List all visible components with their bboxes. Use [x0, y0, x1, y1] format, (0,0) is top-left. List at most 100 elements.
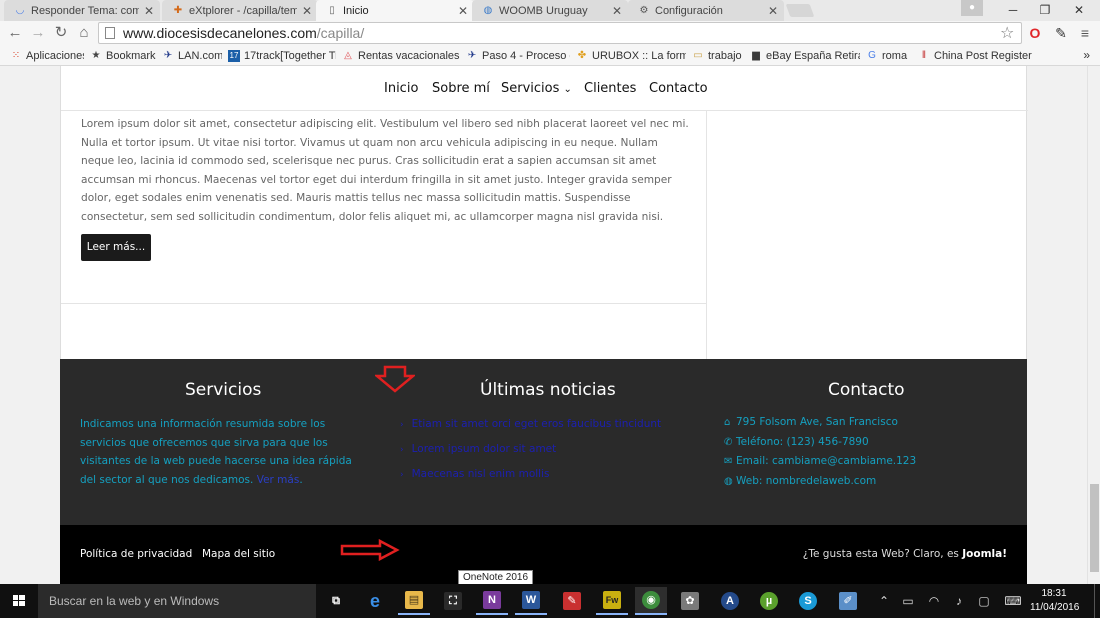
read-more-button[interactable]: Leer más... — [81, 234, 151, 261]
plane-icon: ✈ — [467, 49, 477, 61]
profile-icon[interactable]: ● — [961, 0, 983, 16]
restore-button[interactable]: ❐ — [1028, 0, 1062, 21]
window-close-button[interactable]: ✕ — [1062, 0, 1096, 21]
bookmark-aplicaciones[interactable]: ⁙ Aplicaciones — [4, 50, 84, 62]
ebay-icon: ▆ — [752, 49, 760, 61]
news-item[interactable]: › Etiam sit amet orci eget eros faucibus … — [400, 418, 670, 443]
contact-web[interactable]: ◍ Web: nombredelaweb.com — [724, 475, 1004, 495]
bookmark-bookmarks[interactable]: ★ Bookmarks — [84, 50, 156, 62]
tab-inicio[interactable]: ▯ Inicio ✕ — [316, 0, 474, 21]
skype-icon[interactable]: S — [792, 587, 824, 615]
url-path: /capilla/ — [316, 25, 365, 41]
fireworks-icon[interactable]: Fw — [596, 587, 628, 615]
word-icon[interactable]: W — [515, 587, 547, 615]
menu-icon[interactable]: ≡ — [1076, 23, 1094, 43]
new-tab-button[interactable] — [785, 4, 815, 17]
menu-item-inicio[interactable]: Inicio — [384, 81, 418, 96]
joomla-link[interactable]: Joomla! — [962, 548, 1007, 560]
bookmark-star-icon[interactable]: ☆ — [1000, 23, 1014, 43]
bookmark-17track[interactable]: 1717track[Together Trac — [222, 49, 336, 62]
page-scrollbar[interactable] — [1087, 66, 1100, 584]
bookmark-chinapost[interactable]: ‖ China Post Register A — [912, 50, 1032, 62]
close-icon[interactable]: ✕ — [612, 4, 622, 18]
contact-heading: Contacto — [828, 380, 905, 400]
bookmark-urubox[interactable]: ✤URUBOX :: La forma m — [570, 50, 686, 62]
tab-extplorer[interactable]: ✚ eXtplorer - /capilla/templ ✕ — [162, 0, 318, 21]
battery-icon[interactable]: ▭ — [898, 584, 918, 618]
bookmark-lan[interactable]: ✈ LAN.com — [156, 50, 222, 62]
globe-icon: ◍ — [483, 4, 493, 16]
chrome-icon[interactable]: ◉ — [635, 587, 667, 615]
start-button[interactable] — [0, 584, 38, 618]
wifi-icon[interactable]: ◠ — [924, 584, 944, 618]
show-desktop-button[interactable] — [1094, 584, 1100, 618]
store-icon[interactable]: ⛶ — [437, 587, 469, 615]
privacy-link[interactable]: Política de privacidad — [80, 548, 192, 560]
onenote-icon[interactable]: N — [476, 587, 508, 615]
utorrent-icon[interactable]: µ — [753, 587, 785, 615]
bookmark-rentas[interactable]: ◬ Rentas vacacionales d — [336, 50, 460, 62]
page-icon: ▯ — [329, 4, 335, 16]
edge-icon[interactable]: e — [359, 587, 391, 615]
more-bookmarks-icon[interactable]: » — [1083, 48, 1090, 62]
sitemap-link[interactable]: Mapa del sitio — [202, 548, 275, 560]
page-info-icon[interactable] — [105, 27, 115, 39]
services-text: Indicamos una información resumida sobre… — [80, 418, 352, 486]
volume-icon[interactable]: ♪ — [949, 584, 969, 618]
close-icon[interactable]: ✕ — [768, 4, 778, 18]
reload-button[interactable]: ↻ — [52, 24, 70, 42]
eyedropper-extension-icon[interactable]: ✎ — [1052, 23, 1070, 43]
close-icon[interactable]: ✕ — [302, 4, 312, 18]
tab-responder-tema[interactable]: ◡ Responder Tema: como ca ✕ — [4, 0, 160, 21]
globe-icon: ◍ — [724, 475, 733, 487]
paint-icon[interactable]: ✿ — [674, 587, 706, 615]
contact-phone: ✆ Teléfono: (123) 456-7890 — [724, 435, 869, 448]
tab-woomb[interactable]: ◍ WOOMB Uruguay ✕ — [472, 0, 628, 21]
content-container: Inicio Sobre mí Servicios ⌄ Clientes Con… — [60, 66, 1028, 359]
joomla-credit: ¿Te gusta esta Web? Claro, es Joomla! — [802, 548, 1007, 560]
extplorer-icon: ✚ — [173, 4, 183, 16]
apps-grid-icon: ⁙ — [11, 49, 21, 61]
contact-email[interactable]: ✉ Email: cambiame@cambiame.123 — [724, 455, 1004, 475]
avast-icon[interactable]: A — [714, 587, 746, 615]
minimize-button[interactable]: ─ — [996, 0, 1030, 21]
back-button[interactable]: ← — [6, 24, 24, 42]
windows-logo-icon — [13, 595, 25, 606]
keyboard-icon[interactable]: ⌨ — [1000, 584, 1026, 618]
tab-configuracion[interactable]: ⚙ Configuración ✕ — [628, 0, 784, 21]
bookmark-paso4[interactable]: ✈Paso 4 - Proceso de C — [460, 50, 570, 62]
close-icon[interactable]: ✕ — [458, 4, 468, 18]
bookmark-trabajo[interactable]: ▭ trabajo — [686, 50, 744, 62]
notepad-icon[interactable]: ✐ — [832, 587, 864, 615]
file-explorer-icon[interactable]: ▤ — [398, 587, 430, 615]
plane-icon: ✈ — [163, 49, 173, 61]
taskbar-search-input[interactable]: Buscar en la web y en Windows — [38, 584, 316, 618]
notifications-icon[interactable]: ▢ — [974, 584, 994, 618]
bookmark-roma[interactable]: Groma — [860, 50, 912, 62]
clock-time: 18:31 — [1041, 588, 1067, 599]
opera-extension-icon[interactable]: O — [1026, 23, 1044, 43]
forward-button[interactable]: → — [29, 24, 47, 42]
home-button[interactable]: ⌂ — [75, 24, 93, 42]
bookmark-ebay[interactable]: ▆eBay España Retirada — [744, 50, 860, 62]
taskbar-clock[interactable]: 18:31 11/04/2016 — [1030, 587, 1079, 615]
home-icon: ⌂ — [724, 417, 731, 428]
tray-chevron-up-icon[interactable]: ⌃ — [874, 584, 894, 618]
tab-title: eXtplorer - /capilla/templ — [189, 4, 297, 17]
red-right-arrow-annotation — [340, 539, 400, 561]
pdf-icon[interactable]: ✎ — [556, 587, 588, 615]
services-more-link[interactable]: Ver más — [257, 474, 300, 486]
menu-item-clientes[interactable]: Clientes — [584, 81, 636, 96]
news-item[interactable]: › Maecenas nisl enim mollis — [400, 468, 670, 493]
address-bar[interactable]: www.diocesisdecanelones.com/capilla/ — [98, 22, 1022, 44]
close-icon[interactable]: ✕ — [144, 4, 154, 18]
menu-item-contacto[interactable]: Contacto — [649, 81, 708, 96]
chinapost-icon: ‖ — [921, 49, 927, 61]
menu-item-servicios[interactable]: Servicios ⌄ — [501, 81, 572, 96]
news-item[interactable]: › Lorem ipsum dolor sit amet — [400, 443, 670, 468]
red-down-arrow-annotation — [375, 365, 415, 393]
task-view-icon[interactable]: ⧉ — [320, 587, 352, 615]
scrollbar-thumb[interactable] — [1090, 484, 1099, 572]
phone-icon: ✆ — [724, 436, 733, 448]
menu-item-sobre-mi[interactable]: Sobre mí — [432, 81, 490, 96]
